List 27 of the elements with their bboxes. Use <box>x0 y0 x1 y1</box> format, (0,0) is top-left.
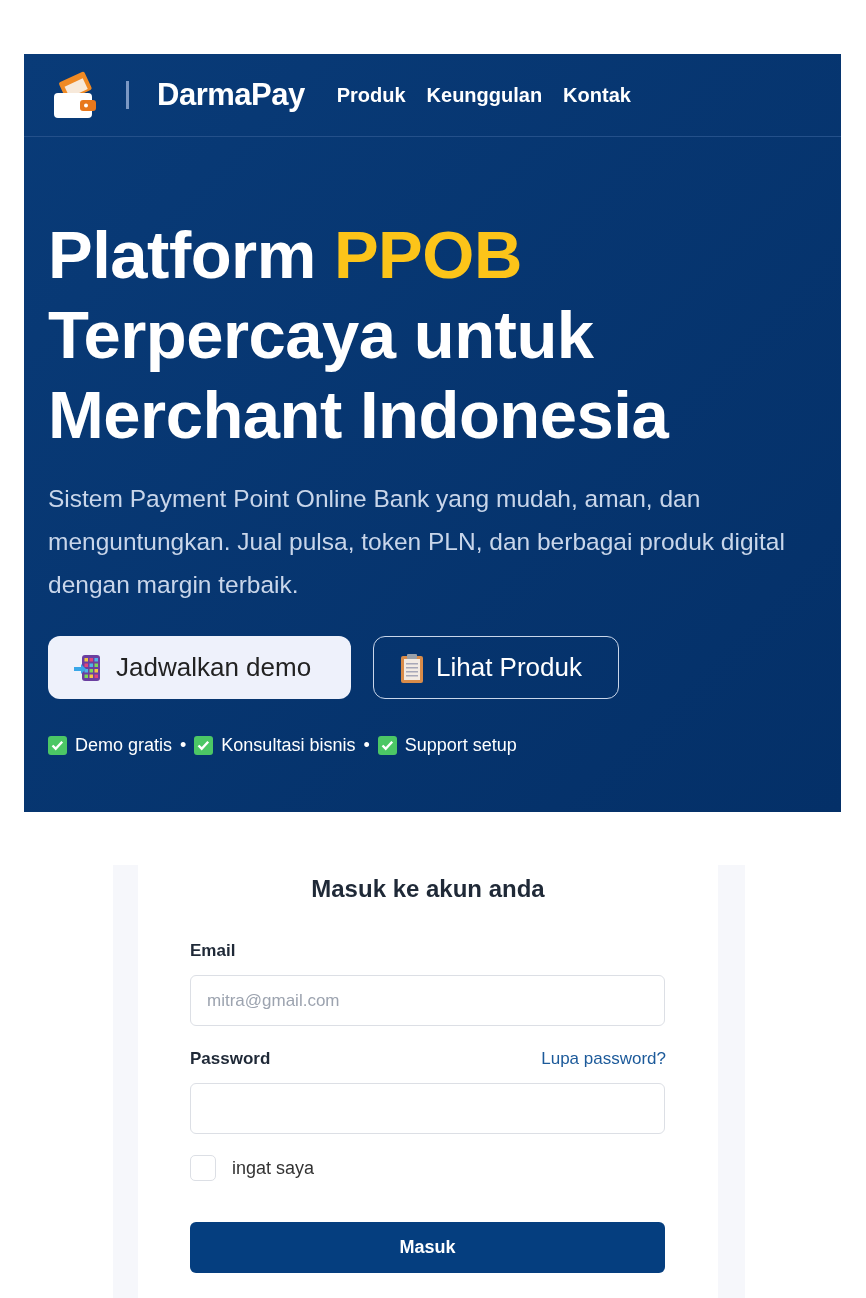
perk-text: Support setup <box>404 735 517 756</box>
brand-name: DarmaPay <box>157 77 305 113</box>
nav-link[interactable]: Kontak <box>563 83 631 107</box>
hero-headline: Platform PPOB Terpercaya untuk Merchant Indonesia <box>48 216 671 454</box>
nav-link[interactable]: Produk <box>336 83 406 107</box>
separator-dot: • <box>363 735 370 756</box>
nav-link[interactable]: Keunggulan <box>426 83 543 107</box>
login-button[interactable]: Masuk <box>190 1222 665 1273</box>
perk-text: Konsultasi bisnis <box>221 735 356 756</box>
check-icon <box>194 736 214 755</box>
login-title: Masuk ke akun anda <box>310 875 546 903</box>
field-label: Password <box>190 1049 271 1069</box>
field-label: Email <box>190 941 236 961</box>
forgot-password-link[interactable]: Lupa password? <box>541 1049 666 1069</box>
clipboard-icon <box>400 652 424 683</box>
remember-label: ingat saya <box>232 1157 315 1179</box>
remember-checkbox[interactable] <box>190 1155 216 1181</box>
separator-dot: • <box>180 735 187 756</box>
password-field[interactable] <box>190 1083 665 1134</box>
products-button[interactable]: Lihat Produk <box>373 636 619 699</box>
wallet-icon <box>52 71 98 119</box>
perk-text: Demo gratis <box>75 735 173 756</box>
demo-button[interactable]: Jadwalkan demo <box>48 636 351 699</box>
check-icon <box>377 736 397 755</box>
hero-description: Sistem Payment Point Online Bank yang mudah, aman, dan menguntungkan. Jual pulsa, token PLN, dan berbagai produk digital dengan margin terbaik. <box>48 484 786 600</box>
email-field[interactable]: mitra@gmail.com <box>190 975 665 1026</box>
check-icon <box>48 736 67 755</box>
